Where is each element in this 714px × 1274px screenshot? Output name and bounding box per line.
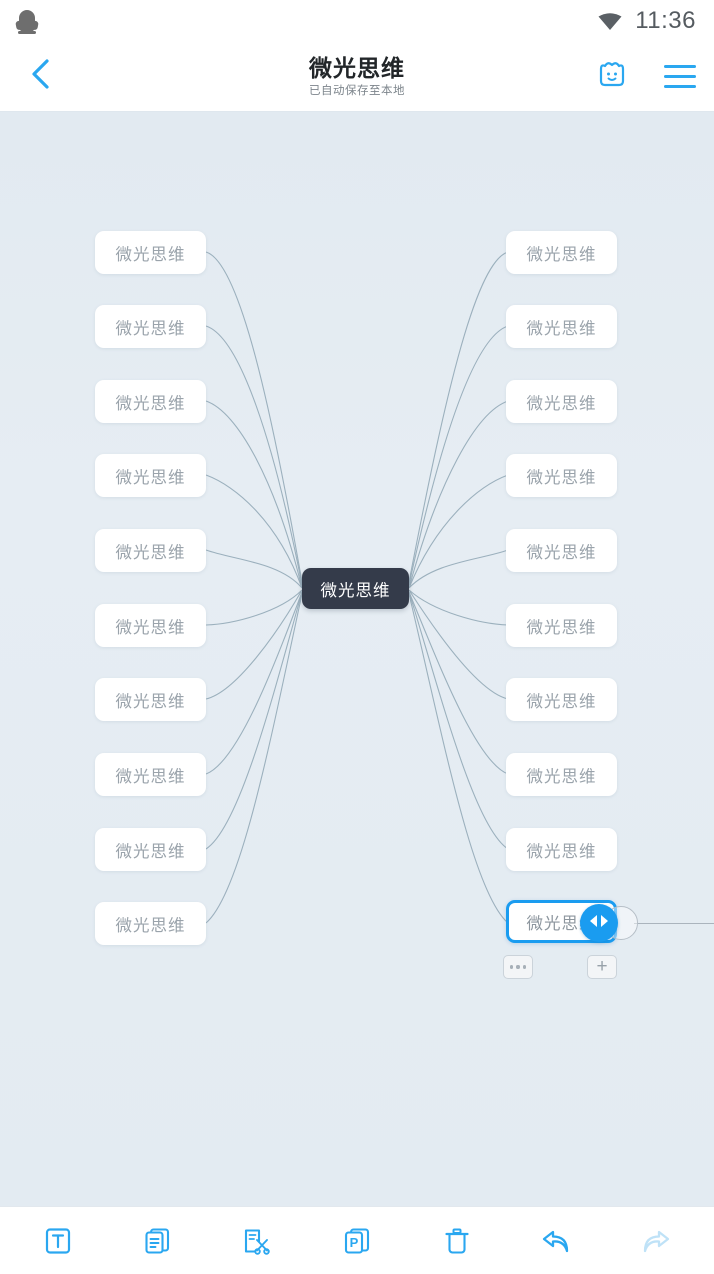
undo-tool-button[interactable] [525, 1213, 587, 1269]
node-left-9[interactable]: 微光思维 [95, 828, 206, 871]
more-dots-icon [509, 965, 527, 969]
node-add-button[interactable]: + [587, 955, 617, 979]
text-box-icon [43, 1226, 73, 1256]
node-label: 微光思维 [115, 543, 186, 562]
bottom-toolbar: P [0, 1206, 714, 1274]
mindmap-app-screen: 11:36 微光思维 已自动保存至本地 微光思维 微光思维 微光思维 微光思维 … [0, 0, 714, 1274]
copy-tool-button[interactable] [127, 1213, 189, 1269]
node-right-3[interactable]: 微光思维 [506, 380, 617, 423]
node-more-button[interactable] [503, 955, 533, 979]
node-label: 微光思维 [526, 319, 597, 338]
root-node-label: 微光思维 [320, 581, 391, 600]
page-title: 微光思维 [309, 54, 405, 81]
mindmap-canvas[interactable]: 微光思维 微光思维 微光思维 微光思维 微光思维 微光思维 微光思维 微光思维 … [0, 112, 714, 1206]
hamburger-menu-icon [664, 64, 696, 89]
node-right-5[interactable]: 微光思维 [506, 529, 617, 572]
node-left-1[interactable]: 微光思维 [95, 231, 206, 274]
node-left-7[interactable]: 微光思维 [95, 678, 206, 721]
qq-penguin-icon [15, 8, 39, 34]
left-right-arrows-icon [588, 913, 610, 934]
status-bar-left [15, 8, 39, 34]
delete-tool-button[interactable] [426, 1213, 488, 1269]
header-title-block: 微光思维 已自动保存至本地 [309, 56, 405, 97]
selected-node-drag-handle[interactable] [580, 904, 618, 942]
node-label: 微光思维 [526, 842, 597, 861]
node-label: 微光思维 [115, 916, 186, 935]
node-label: 微光思维 [115, 692, 186, 711]
node-right-9[interactable]: 微光思维 [506, 828, 617, 871]
undo-arrow-icon [540, 1227, 572, 1255]
node-label: 微光思维 [115, 319, 186, 338]
node-label: 微光思维 [526, 394, 597, 413]
wifi-icon [597, 11, 623, 31]
chevron-left-icon [28, 57, 54, 96]
node-left-8[interactable]: 微光思维 [95, 753, 206, 796]
node-left-3[interactable]: 微光思维 [95, 380, 206, 423]
svg-text:P: P [350, 1235, 359, 1250]
redo-tool-button[interactable] [625, 1213, 687, 1269]
status-bar-right: 11:36 [597, 7, 696, 35]
node-label: 微光思维 [115, 767, 186, 786]
back-button[interactable] [18, 54, 64, 100]
node-label: 微光思维 [526, 468, 597, 487]
cut-tool-button[interactable] [226, 1213, 288, 1269]
header-actions [592, 57, 700, 97]
node-label: 微光思维 [115, 842, 186, 861]
node-right-4[interactable]: 微光思维 [506, 454, 617, 497]
text-tool-button[interactable] [27, 1213, 89, 1269]
node-label: 微光思维 [115, 245, 186, 264]
node-left-6[interactable]: 微光思维 [95, 604, 206, 647]
node-label: 微光思维 [526, 692, 597, 711]
connector-edges [205, 251, 509, 924]
node-label: 微光思维 [526, 543, 597, 562]
cut-doc-icon [242, 1226, 272, 1256]
node-right-6[interactable]: 微光思维 [506, 604, 617, 647]
node-label: 微光思维 [115, 618, 186, 637]
node-left-2[interactable]: 微光思维 [95, 305, 206, 348]
node-right-2[interactable]: 微光思维 [506, 305, 617, 348]
node-right-8[interactable]: 微光思维 [506, 753, 617, 796]
node-left-10[interactable]: 微光思维 [95, 902, 206, 945]
plus-icon: + [596, 955, 608, 977]
paste-tool-button[interactable]: P [326, 1213, 388, 1269]
paste-doc-icon: P [342, 1226, 372, 1256]
node-left-4[interactable]: 微光思维 [95, 454, 206, 497]
menu-button[interactable] [660, 57, 700, 97]
selected-node-stub-line [634, 923, 714, 925]
node-label: 微光思维 [526, 767, 597, 786]
redo-arrow-icon [640, 1227, 672, 1255]
trash-icon [442, 1226, 472, 1256]
vip-button[interactable] [592, 57, 632, 97]
status-bar-clock: 11:36 [635, 7, 696, 34]
status-bar: 11:36 [0, 0, 714, 42]
node-label: 微光思维 [115, 468, 186, 487]
autosave-status: 已自动保存至本地 [309, 84, 405, 97]
node-label: 微光思维 [526, 245, 597, 264]
node-left-5[interactable]: 微光思维 [95, 529, 206, 572]
node-right-7[interactable]: 微光思维 [506, 678, 617, 721]
app-header: 微光思维 已自动保存至本地 [0, 42, 714, 112]
node-label: 微光思维 [115, 394, 186, 413]
node-right-1[interactable]: 微光思维 [506, 231, 617, 274]
root-node[interactable]: 微光思维 [302, 568, 409, 609]
node-label: 微光思维 [526, 618, 597, 637]
crown-smile-icon [597, 60, 627, 93]
copy-doc-icon [143, 1226, 173, 1256]
